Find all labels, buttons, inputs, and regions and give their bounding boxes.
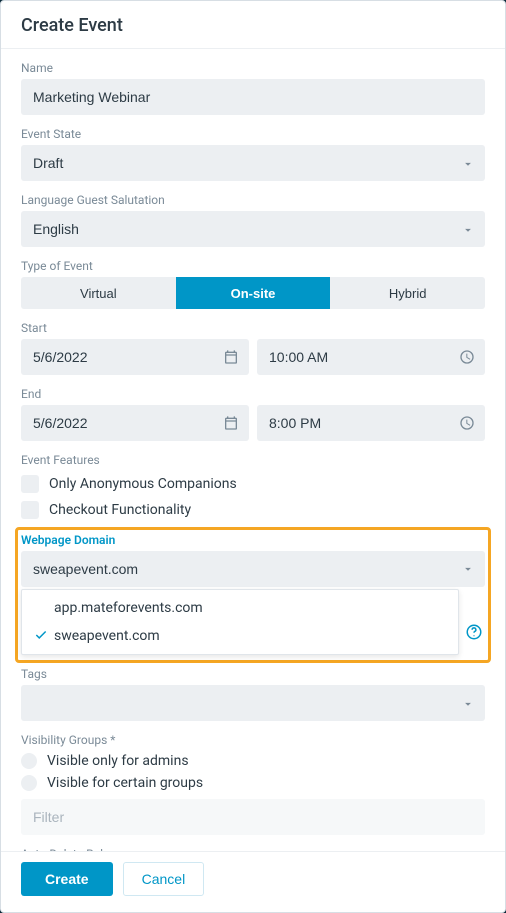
type-option-hybrid[interactable]: Hybrid	[330, 277, 485, 309]
visibility-groups-radio[interactable]: Visible for certain groups	[21, 775, 485, 791]
salutation-label: Language Guest Salutation	[21, 193, 485, 207]
domain-label: Webpage Domain	[21, 533, 485, 547]
checkbox-icon	[21, 475, 39, 493]
tags-select[interactable]	[21, 685, 485, 721]
end-date-input[interactable]	[21, 405, 249, 441]
end-label: End	[21, 387, 485, 401]
visibility-filter-input[interactable]	[21, 799, 485, 835]
name-input[interactable]	[21, 79, 485, 115]
radio-icon	[21, 753, 37, 769]
modal-footer: Create Cancel	[1, 851, 505, 912]
domain-combobox[interactable]	[21, 551, 485, 587]
feature-anonymous-companions[interactable]: Only Anonymous Companions	[21, 475, 485, 493]
domain-option[interactable]: app.mateforevents.com	[22, 594, 458, 622]
feature-checkout-functionality[interactable]: Checkout Functionality	[21, 501, 485, 519]
type-label: Type of Event	[21, 259, 485, 273]
clock-icon	[459, 415, 475, 431]
event-state-select[interactable]	[21, 145, 485, 181]
name-label: Name	[21, 61, 485, 75]
visibility-label: Visibility Groups *	[21, 733, 485, 747]
start-time-input[interactable]	[257, 339, 485, 375]
modal-header: Create Event	[1, 1, 505, 49]
modal-title: Create Event	[21, 15, 485, 36]
type-option-onsite[interactable]: On-site	[176, 277, 331, 309]
end-time-input[interactable]	[257, 405, 485, 441]
chevron-down-icon	[461, 561, 475, 580]
create-event-modal: Create Event Name Event State Language G…	[0, 0, 506, 913]
form-scroll-area[interactable]: Name Event State Language Guest Salutati…	[1, 49, 505, 851]
radio-icon	[21, 775, 37, 791]
domain-option-selected[interactable]: sweapevent.com	[22, 622, 458, 650]
start-date-input[interactable]	[21, 339, 249, 375]
calendar-icon	[223, 415, 239, 431]
clock-icon	[459, 349, 475, 365]
type-segmented-control: Virtual On-site Hybrid	[21, 277, 485, 309]
create-button[interactable]: Create	[21, 862, 113, 896]
cancel-button[interactable]: Cancel	[123, 862, 205, 896]
salutation-select[interactable]	[21, 211, 485, 247]
autodelete-label: Auto-Delete Rule	[21, 847, 485, 851]
visibility-admins-radio[interactable]: Visible only for admins	[21, 753, 485, 769]
start-label: Start	[21, 321, 485, 335]
features-label: Event Features	[21, 453, 485, 467]
tags-label: Tags	[21, 667, 485, 681]
calendar-icon	[223, 349, 239, 365]
event-state-label: Event State	[21, 127, 485, 141]
type-option-virtual[interactable]: Virtual	[21, 277, 176, 309]
domain-dropdown: app.mateforevents.com sweapevent.com	[21, 589, 459, 655]
check-icon	[34, 628, 50, 644]
checkbox-icon	[21, 501, 39, 519]
help-icon[interactable]	[465, 623, 483, 641]
